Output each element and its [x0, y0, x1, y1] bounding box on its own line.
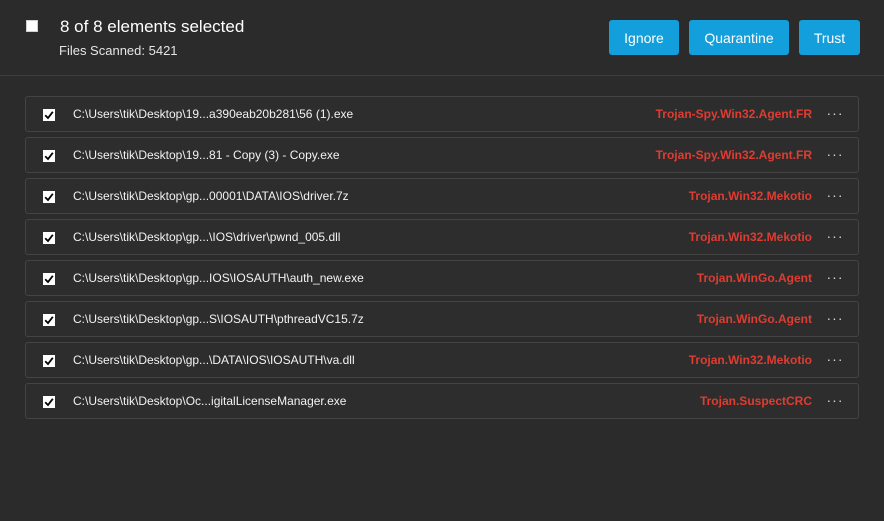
more-options-icon[interactable]: ··· — [826, 267, 844, 287]
threat-name: Trojan-Spy.Win32.Agent.FR — [655, 148, 812, 162]
threat-row[interactable]: C:\Users\tik\Desktop\gp...\IOS\driver\pw… — [25, 219, 859, 255]
row-checkbox[interactable] — [43, 355, 55, 367]
more-options-icon[interactable]: ··· — [826, 390, 844, 410]
threat-row[interactable]: C:\Users\tik\Desktop\gp...\DATA\IOS\IOSA… — [25, 342, 859, 378]
file-path: C:\Users\tik\Desktop\gp...00001\DATA\IOS… — [73, 189, 349, 203]
file-path: C:\Users\tik\Desktop\gp...\IOS\driver\pw… — [73, 230, 341, 244]
threat-name: Trojan.Win32.Mekotio — [688, 353, 812, 367]
row-checkbox[interactable] — [43, 150, 55, 162]
file-path: C:\Users\tik\Desktop\gp...\DATA\IOS\IOSA… — [73, 353, 355, 367]
select-all-checkbox[interactable] — [26, 20, 38, 32]
row-checkbox[interactable] — [43, 396, 55, 408]
trust-button[interactable]: Trust — [799, 20, 860, 55]
quarantine-button[interactable]: Quarantine — [689, 20, 789, 55]
checkmark-icon — [44, 193, 54, 202]
checkmark-icon — [44, 357, 54, 366]
more-options-icon[interactable]: ··· — [826, 226, 844, 246]
row-checkbox[interactable] — [43, 232, 55, 244]
threat-row[interactable]: C:\Users\tik\Desktop\gp...S\IOSAUTH\pthr… — [25, 301, 859, 337]
checkmark-icon — [44, 234, 54, 243]
checkmark-icon — [44, 275, 54, 284]
threat-name: Trojan.SuspectCRC — [699, 394, 812, 408]
file-path: C:\Users\tik\Desktop\gp...S\IOSAUTH\pthr… — [73, 312, 364, 326]
more-options-icon[interactable]: ··· — [826, 185, 844, 205]
threat-name: Trojan.WinGo.Agent — [696, 312, 812, 326]
selection-header: 8 of 8 elements selected Files Scanned: … — [0, 0, 884, 76]
more-options-icon[interactable]: ··· — [826, 349, 844, 369]
more-options-icon[interactable]: ··· — [826, 308, 844, 328]
file-path: C:\Users\tik\Desktop\Oc...igitalLicenseM… — [73, 394, 347, 408]
row-checkbox[interactable] — [43, 273, 55, 285]
file-path: C:\Users\tik\Desktop\gp...IOS\IOSAUTH\au… — [73, 271, 364, 285]
file-path: C:\Users\tik\Desktop\19...81 - Copy (3) … — [73, 148, 340, 162]
selection-count-title: 8 of 8 elements selected — [60, 17, 245, 36]
checkmark-icon — [44, 398, 54, 407]
row-checkbox[interactable] — [43, 314, 55, 326]
checkmark-icon — [44, 152, 54, 161]
ignore-button[interactable]: Ignore — [609, 20, 679, 55]
more-options-icon[interactable]: ··· — [826, 103, 844, 123]
threat-row[interactable]: C:\Users\tik\Desktop\19...81 - Copy (3) … — [25, 137, 859, 173]
threat-name: Trojan.Win32.Mekotio — [688, 230, 812, 244]
threat-name: Trojan.WinGo.Agent — [696, 271, 812, 285]
file-path: C:\Users\tik\Desktop\19...a390eab20b281\… — [73, 107, 354, 121]
threat-name: Trojan.Win32.Mekotio — [688, 189, 812, 203]
row-checkbox[interactable] — [43, 109, 55, 121]
checkmark-icon — [44, 316, 54, 325]
row-checkbox[interactable] — [43, 191, 55, 203]
threat-row[interactable]: C:\Users\tik\Desktop\19...a390eab20b281\… — [25, 96, 859, 132]
threat-list: C:\Users\tik\Desktop\19...a390eab20b281\… — [25, 96, 859, 424]
threat-row[interactable]: C:\Users\tik\Desktop\Oc...igitalLicenseM… — [25, 383, 859, 419]
threat-row[interactable]: C:\Users\tik\Desktop\gp...IOS\IOSAUTH\au… — [25, 260, 859, 296]
checkmark-icon — [44, 111, 54, 120]
threat-row[interactable]: C:\Users\tik\Desktop\gp...00001\DATA\IOS… — [25, 178, 859, 214]
more-options-icon[interactable]: ··· — [826, 144, 844, 164]
files-scanned-label: Files Scanned: 5421 — [59, 43, 178, 58]
threat-name: Trojan-Spy.Win32.Agent.FR — [655, 107, 812, 121]
